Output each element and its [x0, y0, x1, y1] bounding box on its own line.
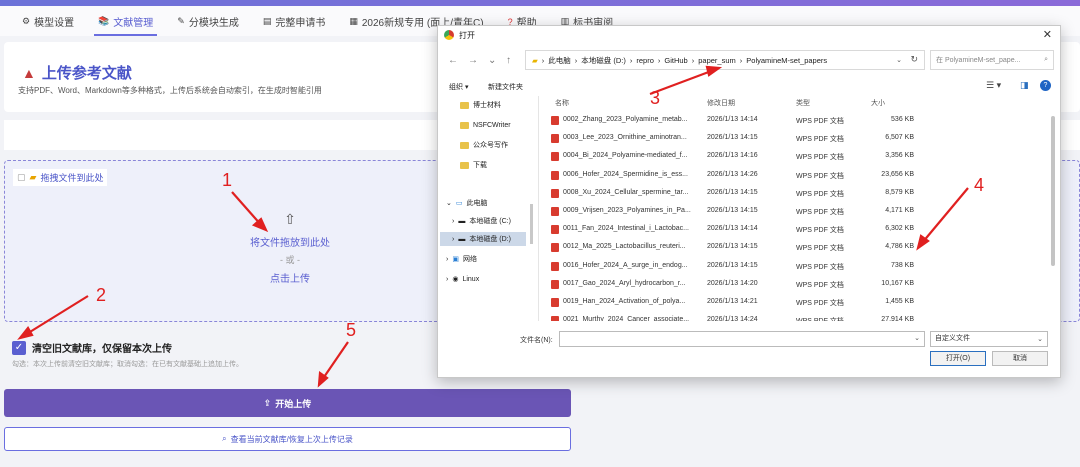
annotation-arrowhead-2: [17, 326, 34, 340]
annotation-5: 5: [346, 320, 357, 340]
annotation-4: 4: [974, 175, 985, 195]
annotation-3: 3: [650, 88, 661, 108]
annotation-arrowhead-3: [705, 65, 723, 77]
annotation-arrows: [17, 65, 969, 388]
annotation-2: 2: [96, 285, 107, 305]
annotation-arrow-2: [24, 295, 89, 336]
annotation-1: 1: [222, 170, 233, 190]
annotation-arrowhead-1: [251, 217, 269, 233]
annotation-arrow-5: [321, 341, 349, 381]
annotation-arrow-4: [921, 187, 969, 244]
